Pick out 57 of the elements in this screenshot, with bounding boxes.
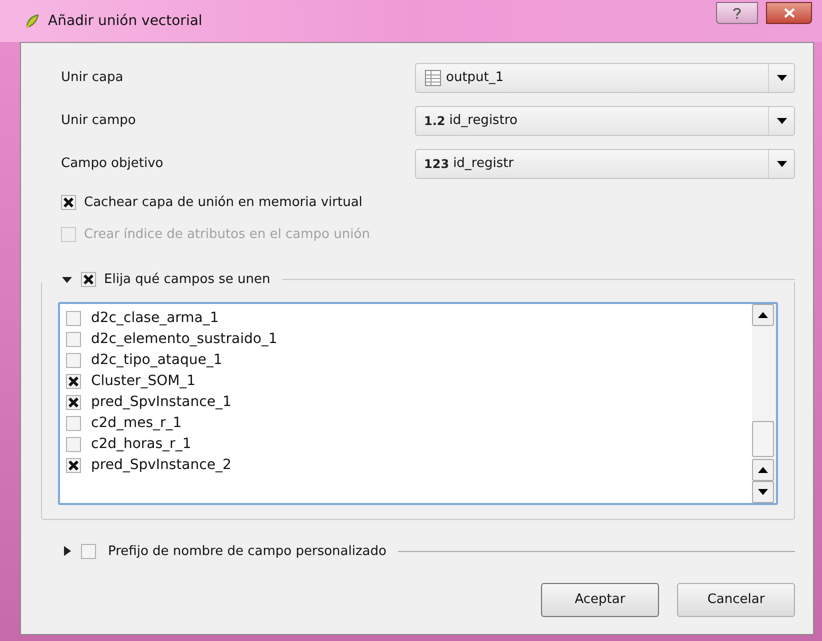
- checkbox-label: Cachear capa de unión en memoria virtual: [84, 194, 362, 212]
- arrow-up-icon: [758, 312, 768, 318]
- arrow-down-icon: [776, 118, 786, 124]
- checkbox[interactable]: [81, 272, 96, 288]
- checkbox[interactable]: [66, 310, 81, 326]
- arrow-down-icon: [758, 488, 768, 494]
- checkbox[interactable]: [66, 374, 81, 388]
- checkbox-label: Crear índice de atributos en el campo unión: [84, 226, 370, 244]
- field-name: Cluster_SOM_1: [91, 372, 196, 390]
- cross-icon: [68, 396, 79, 408]
- type-label: 1.2: [424, 113, 446, 130]
- dropdown[interactable]: output_1: [415, 63, 795, 93]
- leaf-icon: [24, 13, 40, 29]
- cross-icon: [68, 376, 79, 386]
- dropdown[interactable]: 1.2 id_registro: [415, 106, 795, 136]
- field-label: Campo objetivo: [61, 155, 164, 174]
- group-title: Prefijo de nombre de campo personalizado: [108, 542, 386, 560]
- checkbox[interactable]: [66, 416, 81, 430]
- checkbox[interactable]: [66, 458, 81, 472]
- field-label: Unir capa: [61, 69, 124, 88]
- checkbox[interactable]: [81, 544, 96, 559]
- close-button[interactable]: [766, 2, 812, 24]
- dropdown[interactable]: 123 id_registr: [415, 149, 795, 179]
- checkbox[interactable]: [66, 332, 81, 346]
- checkbox[interactable]: [66, 394, 81, 410]
- field-name: pred_SpvInstance_1: [91, 392, 232, 412]
- dropdown-value: id_registr: [453, 155, 514, 174]
- window-title: Añadir unión vectorial: [48, 12, 204, 30]
- field-name: pred_SpvInstance_2: [91, 456, 232, 474]
- arrow-down-icon: [776, 161, 786, 167]
- scrollbar[interactable]: [752, 304, 776, 502]
- field-name: d2c_clase_arma_1: [91, 308, 219, 328]
- field-name: c2d_horas_r_1: [91, 434, 192, 454]
- checkbox[interactable]: [66, 436, 81, 452]
- field-name: d2c_tipo_ataque_1: [91, 350, 222, 370]
- group-title: Elija qué campos se unen: [104, 271, 270, 289]
- cross-icon: [68, 460, 79, 470]
- arrow-up-icon: [758, 466, 768, 472]
- dropdown-value: id_registro: [449, 112, 518, 130]
- arrow-down-icon: [776, 75, 786, 81]
- field-name: d2c_elemento_sustraido_1: [91, 330, 278, 348]
- type-label: 123: [424, 156, 450, 173]
- scroll-thumb[interactable]: [752, 420, 774, 456]
- dialog-button[interactable]: Cancelar: [677, 583, 795, 617]
- caret-right-icon[interactable]: [61, 545, 73, 558]
- checkbox[interactable]: [61, 195, 76, 210]
- help-button[interactable]: [716, 2, 758, 24]
- dialog-button[interactable]: Aceptar: [541, 583, 659, 617]
- dropdown-value: output_1: [446, 69, 504, 88]
- table-icon: [424, 69, 442, 87]
- field-label: Unir campo: [61, 112, 136, 130]
- help-icon: [732, 6, 742, 20]
- cross-icon: [63, 197, 74, 208]
- field-name: c2d_mes_r_1: [91, 414, 182, 432]
- checkbox[interactable]: [66, 352, 81, 368]
- close-icon: [784, 8, 794, 18]
- cross-icon: [83, 274, 94, 286]
